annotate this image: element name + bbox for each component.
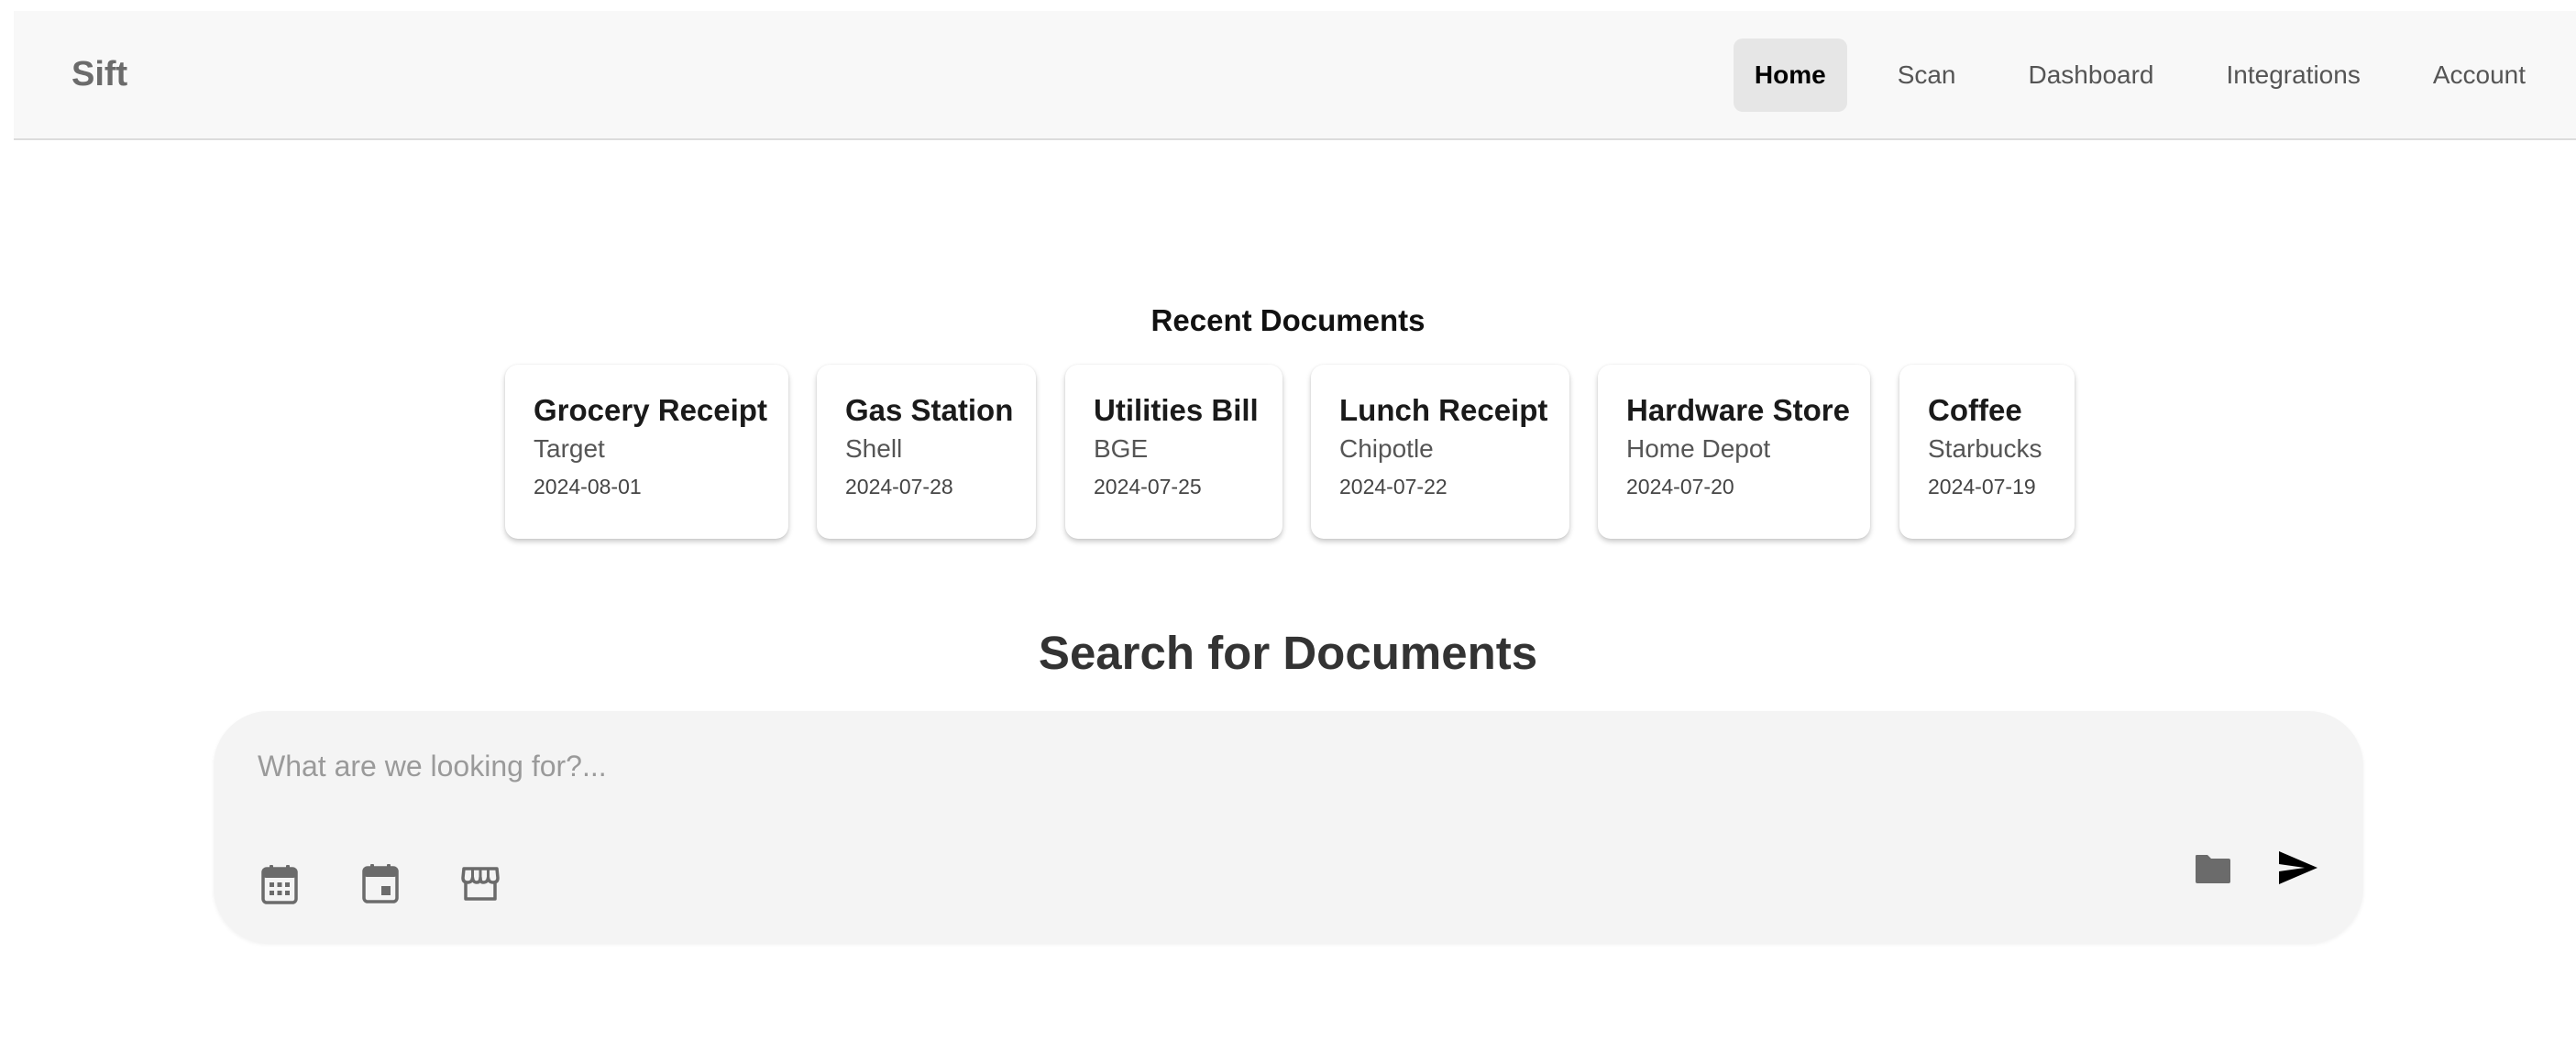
- document-card[interactable]: Utilities Bill BGE 2024-07-25: [1065, 365, 1282, 539]
- calendar-event-icon[interactable]: [357, 859, 404, 907]
- document-card[interactable]: Lunch Receipt Chipotle 2024-07-22: [1311, 365, 1569, 539]
- nav-scan[interactable]: Scan: [1876, 38, 1978, 112]
- page: Sift Home Scan Dashboard Integrations Ac…: [0, 0, 2576, 1062]
- nav-dashboard[interactable]: Dashboard: [2007, 38, 2176, 112]
- document-card-merchant: BGE: [1094, 434, 1149, 463]
- document-card-title: Grocery Receipt: [534, 393, 767, 427]
- document-card-date: 2024-07-28: [845, 475, 953, 498]
- document-card-date: 2024-07-25: [1094, 475, 1202, 498]
- search-input[interactable]: [258, 739, 2274, 794]
- document-card[interactable]: Coffee Starbucks 2024-07-19: [1899, 365, 2075, 539]
- top-navbar: Sift Home Scan Dashboard Integrations Ac…: [14, 11, 2576, 140]
- calendar-range-icon[interactable]: [256, 860, 303, 908]
- nav-account[interactable]: Account: [2411, 38, 2548, 112]
- brand-logo[interactable]: Sift: [72, 11, 127, 138]
- document-card-merchant: Starbucks: [1928, 434, 2042, 463]
- folder-icon[interactable]: [2189, 845, 2237, 892]
- document-card-title: Lunch Receipt: [1339, 393, 1548, 427]
- document-card-date: 2024-07-22: [1339, 475, 1448, 498]
- document-card-date: 2024-07-19: [1928, 475, 2036, 498]
- nav-integrations[interactable]: Integrations: [2205, 38, 2383, 112]
- document-card[interactable]: Hardware Store Home Depot 2024-07-20: [1598, 365, 1870, 539]
- document-card-date: 2024-08-01: [534, 475, 642, 498]
- document-card[interactable]: Gas Station Shell 2024-07-28: [817, 365, 1036, 539]
- document-card-merchant: Shell: [845, 434, 903, 463]
- document-card-date: 2024-07-20: [1626, 475, 1734, 498]
- document-card-title: Gas Station: [845, 393, 1014, 427]
- document-card-merchant: Chipotle: [1339, 434, 1434, 463]
- nav-home[interactable]: Home: [1733, 38, 1847, 112]
- send-icon[interactable]: [2274, 844, 2322, 892]
- document-card-merchant: Home Depot: [1626, 434, 1771, 463]
- store-icon[interactable]: [457, 859, 504, 907]
- document-card-title: Hardware Store: [1626, 393, 1850, 427]
- search-box: [214, 711, 2363, 943]
- document-card-title: Utilities Bill: [1094, 393, 1259, 427]
- nav-links: Home Scan Dashboard Integrations Account: [1733, 11, 2576, 138]
- document-card-merchant: Target: [534, 434, 605, 463]
- document-card[interactable]: Grocery Receipt Target 2024-08-01: [505, 365, 788, 539]
- document-card-title: Coffee: [1928, 393, 2022, 427]
- recent-documents-list: Grocery Receipt Target 2024-08-01 Gas St…: [0, 365, 2576, 539]
- search-heading: Search for Documents: [1038, 627, 1538, 679]
- recent-documents-heading: Recent Documents: [1150, 303, 1426, 337]
